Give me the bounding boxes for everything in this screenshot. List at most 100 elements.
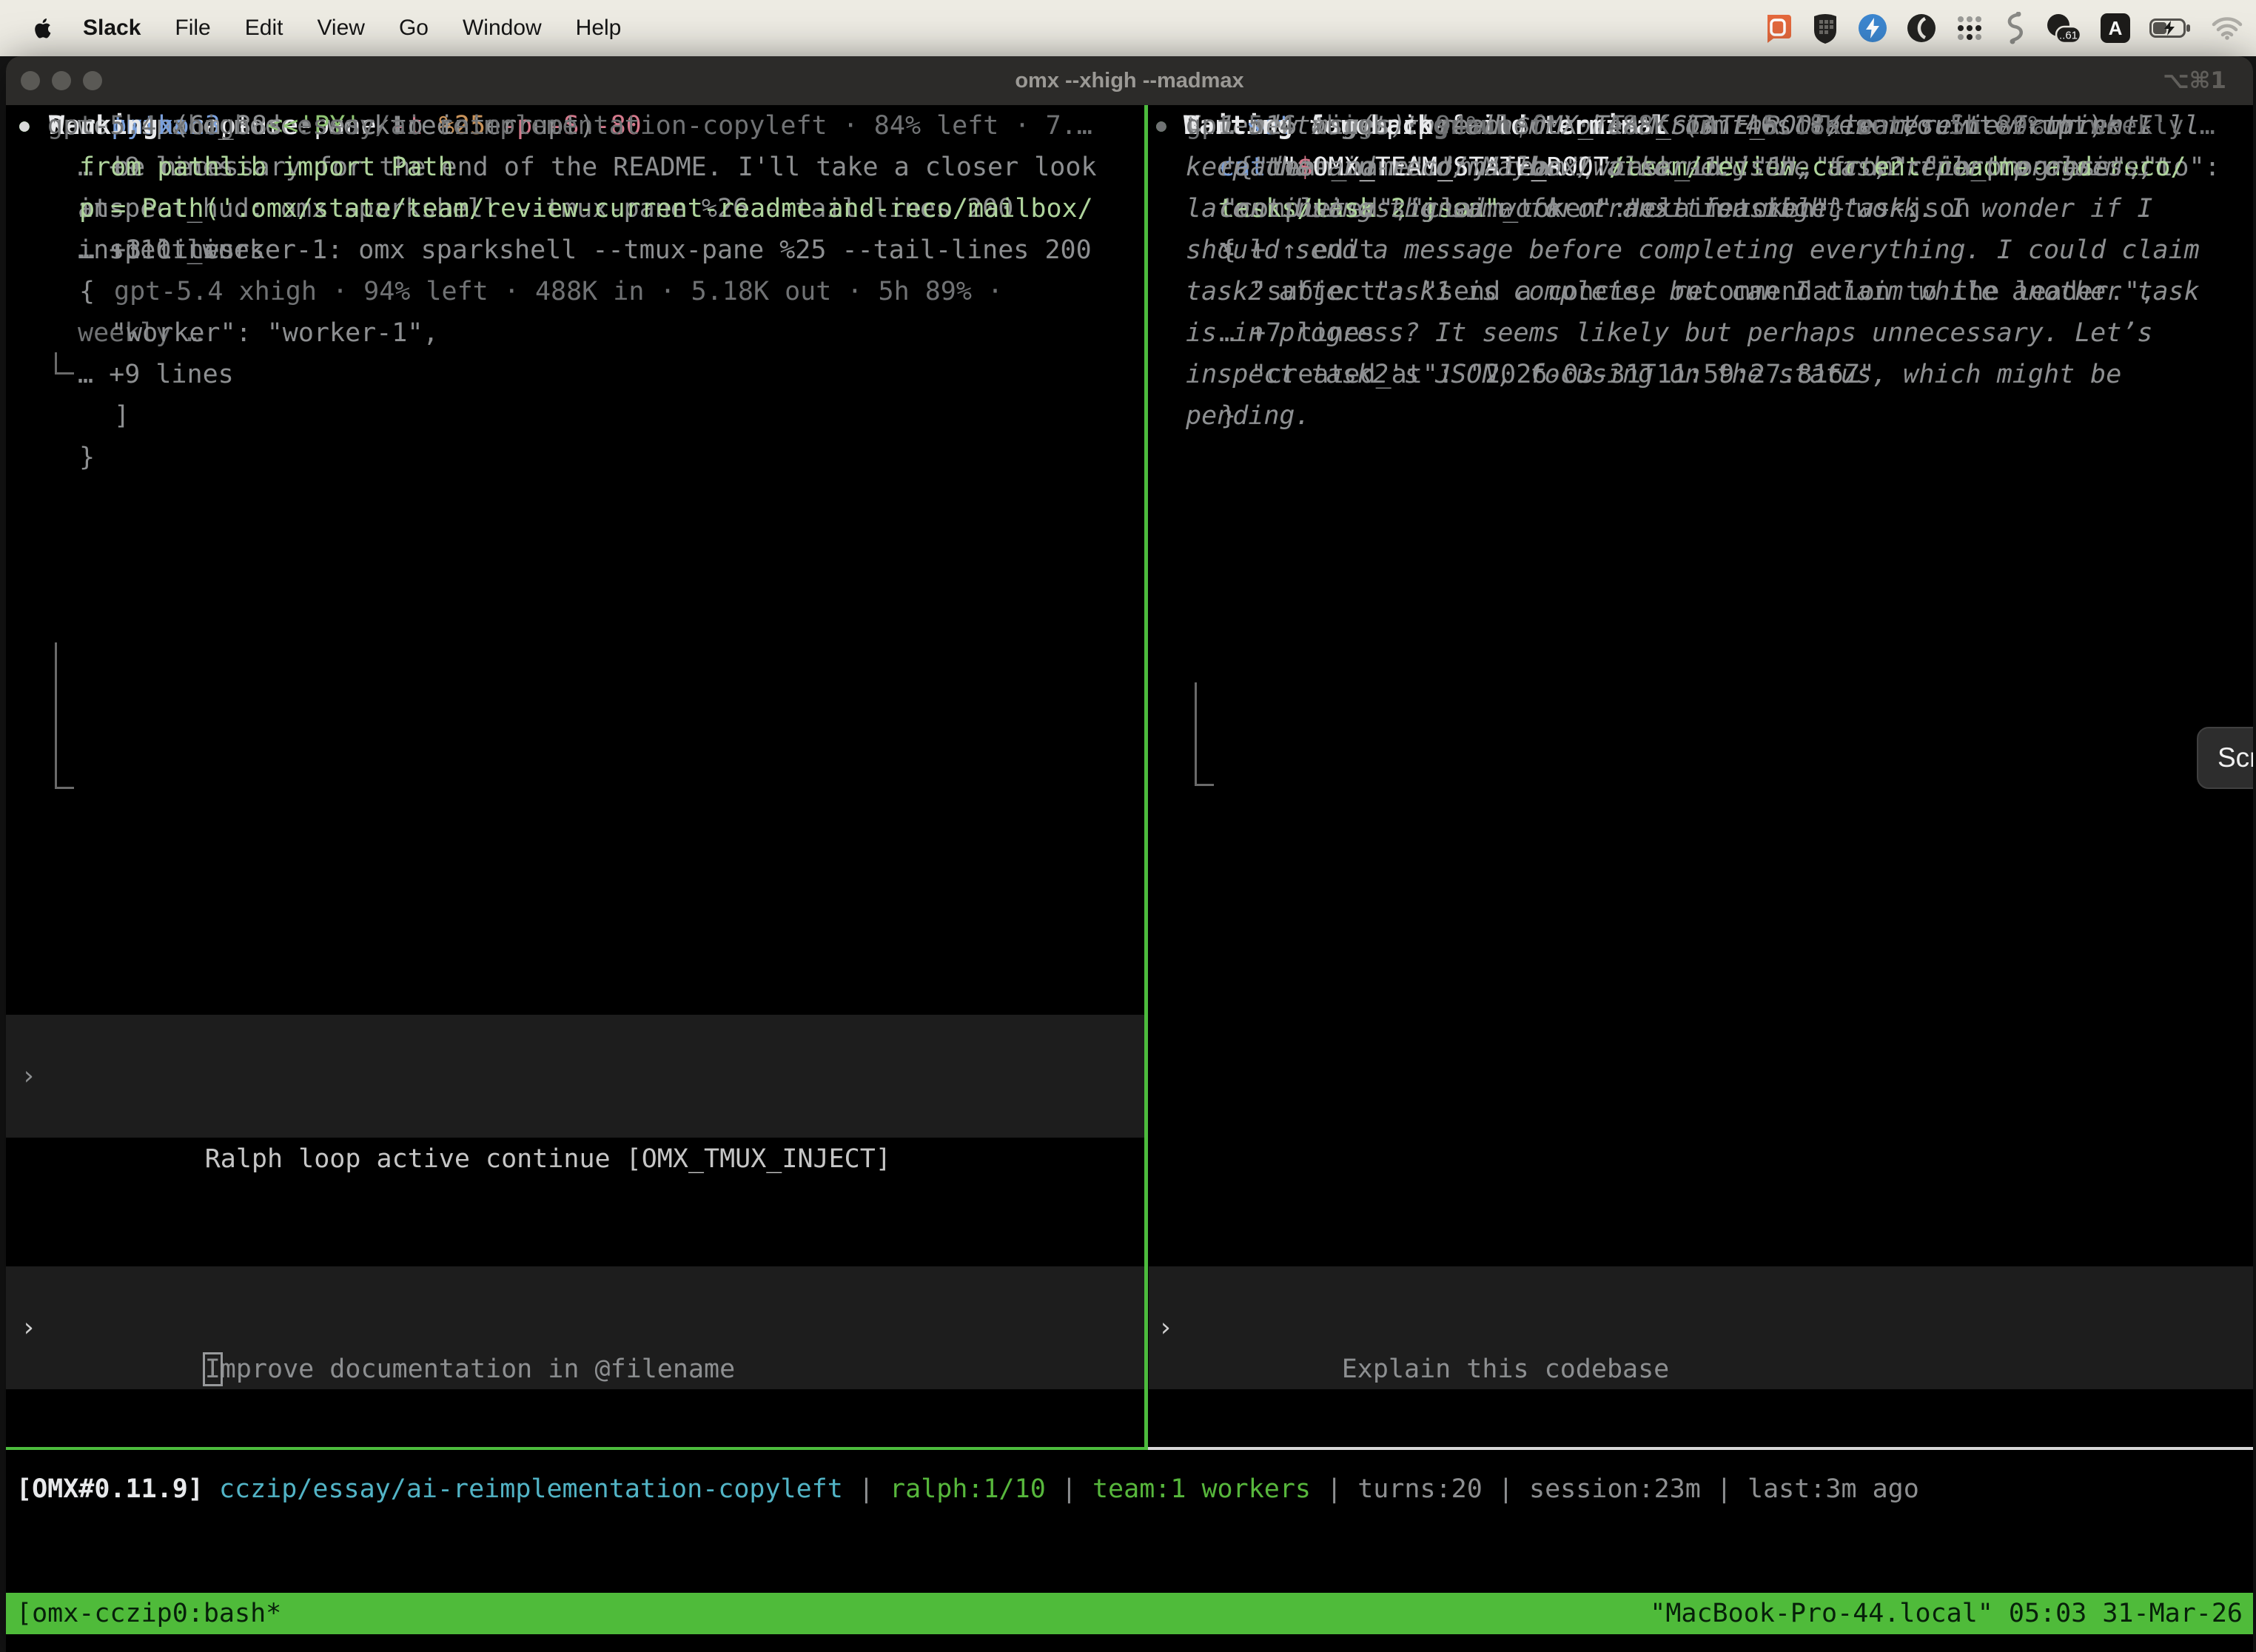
tree-guide-corner [55,372,74,375]
shield-grid-icon[interactable] [1812,13,1839,44]
omx-status-line: [OMX#0.11.9] cczip/essay/ai-reimplementa… [16,1468,2253,1510]
left-prompt-input[interactable]: › Improve documentation in @filename [6,1266,1144,1389]
tree-guide-corner [55,787,74,789]
menu-item-view[interactable]: View [317,16,364,41]
terminal-text: … +3 lines [79,235,235,265]
terminal-text: session:23m [1529,1474,1701,1504]
terminal-text: cczip/essay/ai-reimplementation-copyleft [219,1474,843,1504]
terminal-text: ralph:1/10 [890,1474,1046,1504]
terminal-content[interactable]: workspace_mode: worktree… +9 linesinspec… [6,105,2253,1652]
terminal-text [204,1474,219,1504]
terminal-text: | [1483,1474,1529,1504]
terminal-text: "worker": "worker-1", [111,318,439,348]
terminal-text: } [79,443,95,472]
badge-61-icon[interactable]: ..61 [2044,13,2081,44]
terminal-text: { [79,277,95,306]
terminal-line: } [6,437,1144,478]
terminal-line: "created_at": "2026-03-31T11:59:27.816Z" [1149,354,2253,395]
terminal-text: continue assigned work or next feasible … [1219,194,1921,224]
menu-item-window[interactable]: Window [463,16,542,41]
menu-item-go[interactable]: Go [399,16,429,41]
screen-tooltip: Scre [2197,727,2253,789]
left-session-meta: gpt-5.4 xhigh · essay/ai-reimplementatio… [6,105,1144,147]
svg-text:..61: ..61 [2059,30,2078,42]
terminal-window: omx --xhigh --madmax ⌥⌘1 workspace_mode:… [6,56,2253,1652]
right-pane[interactable]: … +16 lines'{"team_name":"my-team","task… [1149,105,2253,1447]
window-shortcut-hint: ⌥⌘1 [2163,56,2226,105]
dots-grid-icon[interactable] [1955,14,1984,42]
terminal-line: ⌥ + ↑ edit [1149,229,2253,271]
terminal-line: … +7 lines [1149,312,2253,354]
terminal-line: gpt-5.4 xhigh · 94% left · 488K in · 5.1… [1149,105,2253,147]
dark-circle-chevron-icon[interactable] [1907,13,1936,43]
menu-item-help[interactable]: Help [576,16,622,41]
right-prompt-input[interactable]: › Explain this codebase [1149,1266,2253,1389]
tree-guide-line [55,352,57,375]
terminal-text: … +9 lines [78,360,234,389]
terminal-text: p = Path('.omx/state/team/review-current… [79,194,1093,224]
terminal-line: from pathlib import Path [6,147,1144,188]
tmux-host-and-time: "MacBook-Pro-44.local" 05:03 31-Mar-26 [1650,1593,2243,1634]
right-input-text[interactable]: Explain this codebase [1342,1354,1670,1384]
terminal-line: [OMX#0.11.9] cczip/essay/ai-reimplementa… [16,1468,2253,1510]
apple-menu-icon[interactable] [34,17,53,40]
terminal-line: ] [6,395,1144,437]
terminal-text: gpt-5.4 xhigh · 94% left · 488K in · 5.1… [1186,111,2215,141]
terminal-line: p = Path('.omx/state/team/review-current… [6,188,1144,229]
terminal-text: ⌥ + ↑ edit [1219,235,1375,265]
pane-divider[interactable] [1144,105,1148,1450]
terminal-line: } [1149,395,2253,437]
window-title: omx --xhigh --madmax [6,56,2253,105]
terminal-text: last:3m ago [1748,1474,1919,1504]
right-pane-bottom-border [1148,1447,2253,1450]
tree-guide-corner [1195,784,1214,786]
terminal-text: … +7 lines [1219,318,1375,348]
left-pane[interactable]: workspace_mode: worktree… +9 linesinspec… [6,105,1144,1447]
terminal-text: gpt-5.4 xhigh · essay/ai-reimplementatio… [47,111,1092,141]
bolt-circle-icon[interactable] [1858,13,1887,43]
terminal-text: | [843,1474,890,1504]
chat-app-icon[interactable] [1763,13,1793,43]
menu-item-file[interactable]: File [175,16,210,41]
terminal-text: | [1046,1474,1092,1504]
window-titlebar[interactable]: omx --xhigh --madmax ⌥⌘1 [6,56,2253,105]
terminal-text: } [1221,401,1236,431]
menu-bar-status-icons: ..61 A [1763,12,2243,44]
terminal-line: gpt-5.4 xhigh · essay/ai-reimplementatio… [6,105,1144,147]
terminal-line: … +9 lines [6,354,1144,395]
terminal-line: … +3 lines [6,229,1144,271]
battery-icon[interactable] [2149,18,2192,38]
wifi-icon[interactable] [2212,16,2243,40]
terminal-text: | [1701,1474,1748,1504]
left-pane-bottom-border [6,1447,1144,1450]
tree-guide-line [55,642,57,789]
terminal-line: "subject": "send a concise recommendatio… [1149,271,2253,312]
menu-bar: Slack File Edit View Go Window Help ..61 A [0,0,2256,56]
terminal-text: | [1311,1474,1357,1504]
active-app-name[interactable]: Slack [83,16,141,41]
menu-item-edit[interactable]: Edit [245,16,283,41]
terminal-text: from pathlib import Path [79,152,454,182]
squiggle-icon[interactable] [2003,12,2025,44]
terminal-line: continue assigned work or next feasible … [1149,188,2253,229]
right-session-meta: gpt-5.4 xhigh · 94% left · 488K in · 5.1… [1149,105,2253,147]
left-output-ran-python: ●Ran python3 - <<'PY'from pathlib import… [6,105,1144,478]
svg-text:A: A [2109,17,2123,39]
terminal-text: readme-and-reco/mailbox/worker-1.json, a… [1219,152,2155,182]
ralph-loop-text: Ralph loop active continue [OMX_TMUX_INJ… [205,1144,891,1174]
tmux-session-name[interactable]: [omx-cczip0:bash* [16,1593,281,1634]
terminal-text: "subject": "send a concise recommendatio… [1251,277,2155,306]
left-input-text[interactable]: mprove documentation in @filename [221,1354,735,1384]
chevron-prompt-icon: › [21,1307,36,1349]
chevron-prompt-icon: › [1158,1307,1173,1349]
chevron-prompt-icon: › [21,1055,36,1097]
tmux-status-bar: [omx-cczip0:bash* "MacBook-Pro-44.local"… [6,1593,2253,1634]
input-source-icon[interactable]: A [2101,13,2130,43]
text-cursor: I [205,1354,221,1384]
terminal-text: ] [114,401,130,431]
tree-guide-line [1195,682,1197,786]
terminal-line: { [6,271,1144,312]
terminal-text: turns:20 [1357,1474,1483,1504]
terminal-text: team:1 workers [1092,1474,1311,1504]
terminal-line: readme-and-reco/mailbox/worker-1.json, a… [1149,147,2253,188]
